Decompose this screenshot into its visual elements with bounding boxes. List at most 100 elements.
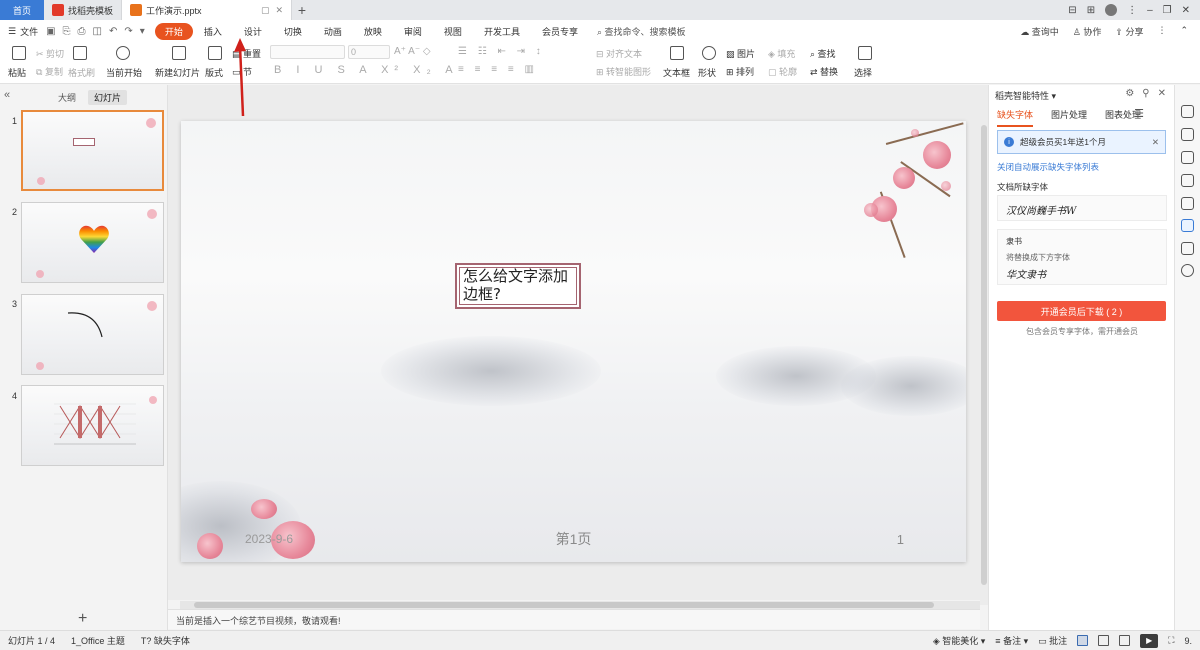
- play-from-current-icon[interactable]: [116, 46, 130, 60]
- horizontal-scrollbar[interactable]: [180, 601, 980, 609]
- adjust-sliders-icon[interactable]: [1181, 128, 1194, 141]
- notes-pane[interactable]: 当前是插入一个综艺节目视频，敬请观看!: [168, 609, 980, 629]
- format-painter-button[interactable]: 格式刷: [68, 66, 95, 79]
- find-button[interactable]: ⌕ 查找: [810, 47, 836, 60]
- slide-number[interactable]: 1: [897, 532, 904, 547]
- close-panel-icon[interactable]: ✕: [1158, 88, 1166, 99]
- slide-footer[interactable]: 第1页: [181, 529, 966, 549]
- menu-animation[interactable]: 动画: [313, 25, 353, 38]
- print-icon[interactable]: ⎙: [78, 26, 86, 37]
- vertical-scrollbar[interactable]: [980, 85, 988, 605]
- slide-thumbnail-1[interactable]: [21, 110, 164, 191]
- menu-member[interactable]: 会员专享: [531, 25, 589, 38]
- magic-pin-icon[interactable]: [1181, 151, 1194, 164]
- rocket-icon[interactable]: [1181, 105, 1194, 118]
- collapse-ribbon-icon[interactable]: ⌃: [1180, 25, 1188, 38]
- font-size-adjust-icons[interactable]: A⁺ A⁻ ◇: [394, 46, 431, 57]
- menu-review[interactable]: 审阅: [393, 25, 433, 38]
- vertical-scroll-thumb[interactable]: [981, 125, 987, 585]
- align-icons[interactable]: ≡ ≡ ≡ ≡ ▥: [458, 64, 538, 75]
- menu-view[interactable]: 视图: [433, 25, 473, 38]
- horizontal-scroll-thumb[interactable]: [194, 602, 934, 608]
- download-fonts-button[interactable]: 开通会员后下载 ( 2 ): [997, 301, 1166, 321]
- settings-gear-icon[interactable]: ⚙: [1125, 88, 1134, 99]
- font-style-icons[interactable]: B I U S A X² X₂ A: [274, 64, 459, 76]
- help-icon[interactable]: [1181, 264, 1194, 277]
- new-slide-icon[interactable]: [172, 46, 186, 60]
- menu-start[interactable]: 开始: [154, 22, 193, 40]
- comments-toggle[interactable]: ▭ 批注: [1038, 634, 1067, 647]
- more-options-icon[interactable]: ⋮: [1157, 25, 1166, 38]
- menu-insert[interactable]: 插入: [193, 25, 233, 38]
- collapse-panel-icon[interactable]: «: [4, 89, 10, 101]
- undo-icon[interactable]: ↶: [109, 26, 117, 37]
- layout-icon[interactable]: [208, 46, 222, 60]
- slide-thumbnail-2[interactable]: [21, 202, 164, 283]
- smart-shape-button[interactable]: ⊞ 转智能图形: [596, 65, 651, 78]
- slide-thumbnail-3[interactable]: [21, 294, 164, 375]
- tab-daoke-templates[interactable]: 找稻壳模板: [44, 0, 123, 20]
- promo-banner[interactable]: i 超级会员买1年送1个月 ✕: [997, 130, 1166, 154]
- font-size-select[interactable]: 0: [348, 45, 390, 59]
- shape-button[interactable]: 形状: [698, 66, 716, 79]
- select-icon[interactable]: [858, 46, 872, 60]
- pin-icon[interactable]: ⚲: [1142, 88, 1149, 99]
- panel-title[interactable]: 稻壳智能特性 ▾: [995, 89, 1056, 102]
- save-icon[interactable]: ▣: [46, 26, 55, 37]
- minimize-icon[interactable]: –: [1147, 5, 1153, 16]
- arrange-button[interactable]: ⊞ 排列: [726, 65, 754, 78]
- collab-button[interactable]: ♙ 协作: [1073, 25, 1102, 38]
- select-button[interactable]: 选择: [854, 66, 872, 79]
- tab-close-icon[interactable]: ✕: [275, 5, 283, 16]
- align-text-button[interactable]: ⊟ 对齐文本: [596, 47, 642, 60]
- redo-icon[interactable]: ↷: [124, 26, 132, 37]
- add-tab-button[interactable]: +: [292, 0, 312, 20]
- paste-icon[interactable]: [12, 46, 26, 60]
- font-family-select[interactable]: [270, 45, 345, 59]
- layout-button[interactable]: 版式: [205, 66, 223, 79]
- tab-image-processing[interactable]: 图片处理: [1051, 108, 1087, 127]
- missing-font-status[interactable]: T? 缺失字体: [141, 634, 190, 647]
- slide-thumbnail-4[interactable]: [21, 385, 164, 466]
- copy-slides-icon[interactable]: [1181, 174, 1194, 187]
- notes-toggle[interactable]: ≡ 备注 ▾: [995, 634, 1028, 647]
- add-slide-button[interactable]: +: [78, 610, 87, 628]
- picture-button[interactable]: ▨ 图片: [726, 47, 755, 60]
- menu-transition[interactable]: 切换: [273, 25, 313, 38]
- image-edit-icon[interactable]: [1181, 197, 1194, 210]
- customize-dropdown-icon[interactable]: ▾: [140, 26, 145, 37]
- shape-icon[interactable]: [702, 46, 716, 60]
- cut-button[interactable]: ✂ 剪切: [36, 47, 64, 60]
- play-from-current-button[interactable]: 当前开始: [106, 66, 142, 79]
- fill-button[interactable]: ◈ 填充: [768, 47, 795, 60]
- file-menu[interactable]: ☰ 文件: [8, 25, 46, 38]
- reading-view-icon[interactable]: [1119, 635, 1131, 646]
- tab-window-icon[interactable]: ▢: [261, 5, 270, 16]
- textbox-icon[interactable]: [670, 46, 684, 60]
- avatar[interactable]: [1105, 4, 1118, 16]
- sorter-view-icon[interactable]: [1098, 635, 1110, 646]
- missing-font-card[interactable]: 汉仪尚巍手书W: [997, 195, 1167, 221]
- book-icon[interactable]: [1181, 242, 1194, 255]
- format-painter-icon[interactable]: [73, 46, 87, 60]
- query-button[interactable]: ☁ 查询中: [1020, 25, 1059, 38]
- zoom-level[interactable]: 9.: [1184, 636, 1192, 646]
- panel-menu-icon[interactable]: ☰: [1134, 107, 1144, 120]
- menu-developer[interactable]: 开发工具: [473, 25, 531, 38]
- missing-font-card[interactable]: 隶书 将替换成下方字体 华文隶书: [997, 229, 1167, 285]
- tab-slides[interactable]: 幻灯片: [88, 90, 128, 105]
- menu-more-icon[interactable]: ⋮: [1127, 5, 1137, 16]
- theme-name[interactable]: 1_Office 主题: [71, 634, 125, 647]
- normal-view-icon[interactable]: [1077, 635, 1089, 646]
- new-slide-button[interactable]: 新建幻灯片: [155, 66, 200, 79]
- paste-button[interactable]: 粘贴: [8, 66, 26, 79]
- copy-button[interactable]: ⧉ 复制: [36, 65, 63, 78]
- export-pdf-icon[interactable]: ⎘: [63, 26, 71, 37]
- grid-apps-icon[interactable]: ⊞: [1087, 5, 1095, 16]
- layout-switch-icon[interactable]: ⊟: [1068, 5, 1076, 16]
- replace-button[interactable]: ⇄ 替换: [810, 65, 838, 78]
- home-tab[interactable]: 首页: [0, 0, 44, 20]
- outline-button[interactable]: ▢ 轮廓: [768, 65, 797, 78]
- fit-window-icon[interactable]: ⛶: [1168, 635, 1174, 646]
- disable-auto-show-link[interactable]: 关闭自动展示缺失字体列表: [997, 161, 1099, 173]
